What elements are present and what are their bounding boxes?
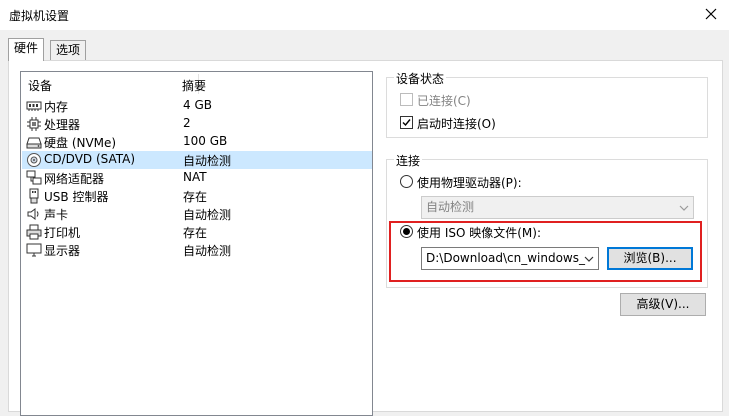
chevron-down-icon [584,255,594,263]
display-icon [26,243,42,257]
radio-selected-dot [403,228,410,235]
device-summary: 存在 [183,190,208,204]
physical-drive-label: 使用物理驱动器(P): [417,176,522,190]
device-name: 硬盘 (NVMe) [44,136,117,150]
window-title: 虚拟机设置 [9,9,70,23]
device-row-display[interactable]: 显示器 自动检测 [22,241,372,259]
device-summary: 100 GB [183,134,228,148]
chevron-down-icon [679,205,689,211]
physical-drive-select-value: 自动检测 [426,200,475,214]
device-name: CD/DVD (SATA) [44,152,136,166]
device-row-memory[interactable]: 内存 4 GB [22,97,372,115]
connected-label: 已连接(C) [417,94,471,108]
device-row-usb-controller[interactable]: USB 控制器 存在 [22,187,372,205]
connect-at-power-on-checkbox[interactable] [400,116,413,129]
physical-drive-radio[interactable] [400,175,413,188]
device-row-processor[interactable]: 处理器 2 [22,115,372,133]
hard-disk-icon [26,137,42,149]
device-name: 网络适配器 [44,172,105,186]
processor-icon [27,117,41,131]
device-row-printer[interactable]: 打印机 存在 [22,223,372,241]
column-header-device[interactable]: 设备 [28,77,52,94]
cd-dvd-icon [27,153,41,167]
device-summary: 存在 [183,226,208,240]
connected-checkbox[interactable] [400,93,413,106]
browse-button[interactable]: 浏览(B)... [607,247,693,270]
device-summary: NAT [183,170,207,184]
title-bar: 虚拟机设置 [0,0,729,30]
memory-icon [26,101,42,111]
device-summary: 自动检测 [183,244,232,258]
iso-image-radio[interactable] [400,225,413,238]
device-summary: 自动检测 [183,208,232,222]
sound-card-icon [27,208,39,220]
close-icon [705,8,717,20]
device-row-sound-card[interactable]: 声卡 自动检测 [22,205,372,223]
close-button[interactable] [699,3,723,25]
iso-path-value: D:\Download\cn_windows_s [426,251,592,265]
device-summary: 自动检测 [183,154,232,168]
device-list-header: 设备 摘要 [21,72,372,96]
device-name: USB 控制器 [44,190,109,204]
device-row-hard-disk[interactable]: 硬盘 (NVMe) 100 GB [22,133,372,151]
iso-path-combobox[interactable]: D:\Download\cn_windows_s [421,247,599,270]
printer-icon [26,224,42,240]
physical-drive-select[interactable]: 自动检测 [421,196,694,219]
checkmark-icon [402,119,411,127]
advanced-button[interactable]: 高级(V)... [620,293,706,316]
device-name: 打印机 [44,226,81,240]
column-header-summary[interactable]: 摘要 [182,77,206,94]
device-row-cd-dvd[interactable]: CD/DVD (SATA) 自动检测 [22,151,372,169]
tab-bar: 硬件 选项 [0,30,729,61]
connect-at-power-on-label: 启动时连接(O) [417,117,496,131]
device-summary: 2 [183,116,191,130]
device-list[interactable]: 设备 摘要 内存 4 GB 处理器 2 硬盘 (NVMe) 100 GB CD/… [20,71,373,416]
network-adapter-icon [26,170,42,185]
iso-image-label: 使用 ISO 映像文件(M): [417,226,541,240]
device-name: 处理器 [44,118,81,132]
device-name: 内存 [44,100,69,114]
connection-title: 连接 [394,152,423,169]
tab-options[interactable]: 选项 [50,40,87,61]
device-name: 显示器 [44,244,81,258]
device-status-title: 设备状态 [394,70,447,87]
device-name: 声卡 [44,208,69,222]
tab-hardware[interactable]: 硬件 [8,38,45,61]
usb-icon [29,188,39,204]
device-row-network-adapter[interactable]: 网络适配器 NAT [22,169,372,187]
device-summary: 4 GB [183,98,212,112]
